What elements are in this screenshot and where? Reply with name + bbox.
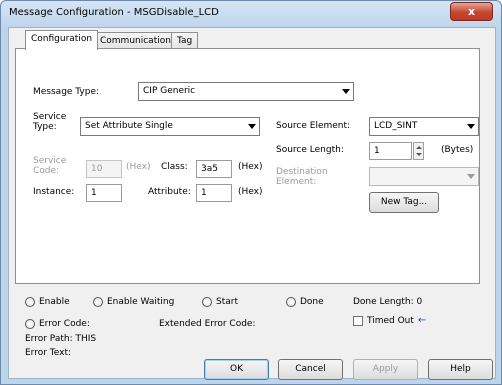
window-title: Message Configuration - MSGDisable_LCD bbox=[9, 7, 219, 18]
enable-waiting-indicator bbox=[93, 297, 103, 307]
source-length-label: Source Length: bbox=[276, 145, 344, 155]
enable-waiting-label: Enable Waiting bbox=[107, 297, 175, 307]
title-bar[interactable]: Message Configuration - MSGDisable_LCD x bbox=[1, 1, 501, 27]
source-length-value: 1 bbox=[374, 146, 380, 156]
arrow-left-icon: ← bbox=[418, 315, 427, 326]
source-length-spinner[interactable] bbox=[413, 142, 424, 160]
error-code-indicator bbox=[25, 319, 35, 329]
error-text-label: Error Text: bbox=[25, 348, 72, 358]
source-element-label: Source Element: bbox=[276, 121, 351, 131]
error-path-text: Error Path: THIS bbox=[25, 334, 97, 344]
source-element-select[interactable]: LCD_SINT bbox=[369, 117, 479, 136]
start-indicator bbox=[202, 297, 212, 307]
extended-error-code-label: Extended Error Code: bbox=[159, 319, 256, 329]
configuration-panel: Message Type: CIP Generic Service Type: … bbox=[15, 48, 480, 284]
attribute-input[interactable]: 1 bbox=[196, 184, 232, 202]
service-code-input[interactable]: 10 bbox=[86, 160, 122, 178]
chevron-down-icon bbox=[342, 89, 350, 94]
chevron-down-icon bbox=[248, 124, 256, 129]
attribute-value: 1 bbox=[201, 188, 207, 198]
class-input[interactable]: 3a5 bbox=[196, 160, 232, 178]
close-icon: x bbox=[467, 5, 476, 18]
apply-button[interactable]: Apply bbox=[353, 359, 418, 380]
error-code-label: Error Code: bbox=[39, 319, 90, 329]
class-label: Class: bbox=[161, 162, 188, 172]
spin-up-icon bbox=[416, 146, 422, 149]
chevron-down-icon bbox=[467, 124, 475, 129]
tab-configuration[interactable]: Configuration bbox=[25, 30, 99, 50]
source-length-input[interactable]: 1 bbox=[369, 142, 412, 160]
help-button[interactable]: Help bbox=[428, 359, 493, 380]
close-button[interactable]: x bbox=[450, 2, 493, 21]
service-code-value: 10 bbox=[91, 164, 103, 174]
attribute-unit: (Hex) bbox=[238, 187, 263, 197]
cancel-button[interactable]: Cancel bbox=[278, 359, 343, 380]
class-value: 3a5 bbox=[201, 164, 218, 174]
message-configuration-dialog: Message Configuration - MSGDisable_LCD x… bbox=[0, 0, 502, 385]
destination-element-select[interactable] bbox=[369, 167, 479, 186]
message-type-label: Message Type: bbox=[33, 87, 100, 97]
start-label: Start bbox=[216, 297, 238, 307]
service-type-select[interactable]: Set Attribute Single bbox=[80, 117, 260, 136]
service-code-label-line2: Code: bbox=[33, 166, 60, 176]
destination-element-label-line2: Element: bbox=[276, 177, 317, 187]
attribute-label: Attribute: bbox=[148, 187, 191, 197]
spin-down-icon bbox=[416, 153, 422, 156]
done-indicator bbox=[286, 297, 296, 307]
service-type-label-line2: Type: bbox=[33, 122, 57, 132]
enable-label: Enable bbox=[39, 297, 70, 307]
done-length-text: Done Length: 0 bbox=[353, 297, 423, 307]
chevron-down-icon bbox=[467, 174, 475, 179]
source-element-value: LCD_SINT bbox=[374, 121, 418, 131]
message-type-select[interactable]: CIP Generic bbox=[138, 82, 354, 101]
service-type-value: Set Attribute Single bbox=[85, 121, 173, 131]
message-type-value: CIP Generic bbox=[143, 86, 196, 96]
timed-out-checkbox[interactable] bbox=[353, 316, 363, 326]
instance-value: 1 bbox=[91, 188, 97, 198]
source-length-unit: (Bytes) bbox=[441, 145, 474, 155]
ok-button[interactable]: OK bbox=[204, 359, 269, 380]
timed-out-label: Timed Out bbox=[367, 316, 414, 326]
class-unit: (Hex) bbox=[238, 162, 263, 172]
instance-input[interactable]: 1 bbox=[86, 184, 122, 202]
service-code-unit: (Hex) bbox=[126, 162, 151, 172]
enable-indicator bbox=[25, 297, 35, 307]
instance-label: Instance: bbox=[33, 187, 75, 197]
done-label: Done bbox=[300, 297, 324, 307]
new-tag-button[interactable]: New Tag... bbox=[369, 192, 439, 213]
